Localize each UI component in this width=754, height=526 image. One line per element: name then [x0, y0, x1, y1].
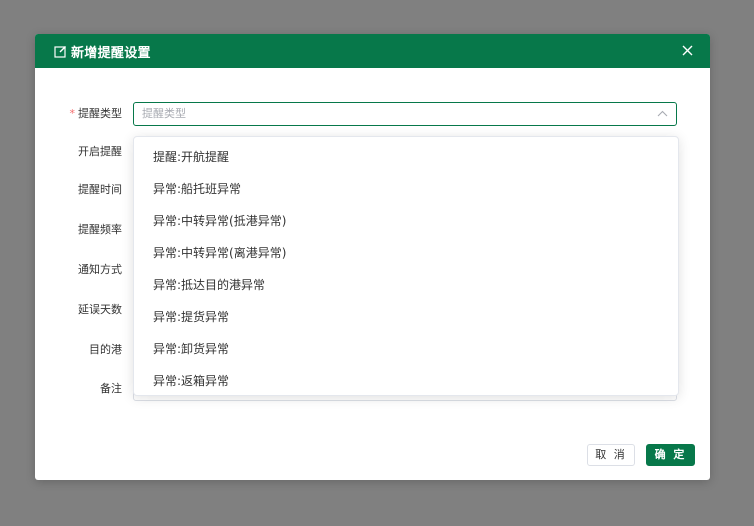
dropdown-option[interactable]: 异常:提货异常 [134, 301, 678, 333]
cancel-button[interactable]: 取 消 [587, 444, 635, 466]
remark-label: 备注 [100, 382, 122, 395]
reminder-type-select[interactable]: 提醒类型 [133, 102, 677, 126]
reminder-frequency-label: 提醒频率 [78, 223, 122, 236]
enable-reminder-label: 开启提醒 [78, 145, 122, 158]
dropdown-option[interactable]: 异常:中转异常(离港异常) [134, 237, 678, 269]
reminder-type-dropdown: 提醒:开航提醒 异常:船托班异常 异常:中转异常(抵港异常) 异常:中转异常(离… [133, 136, 679, 396]
confirm-button[interactable]: 确 定 [646, 444, 695, 466]
dropdown-option[interactable]: 异常:中转异常(抵港异常) [134, 205, 678, 237]
dropdown-option[interactable]: 异常:船托班异常 [134, 173, 678, 205]
close-icon[interactable] [681, 44, 694, 57]
dropdown-option[interactable]: 异常:卸货异常 [134, 333, 678, 365]
dialog-header: 新增提醒设置 [35, 34, 710, 68]
dropdown-option[interactable]: 异常:返箱异常 [134, 365, 678, 395]
required-mark: * [69, 107, 76, 120]
notify-method-label: 通知方式 [78, 263, 122, 276]
dialog-title: 新增提醒设置 [71, 45, 151, 61]
add-reminder-dialog: 新增提醒设置 * 提醒类型 开启提醒 提醒时间 提醒频率 通知方式 延误天数 目的… [35, 34, 710, 480]
dialog-title-wrap: 新增提醒设置 [54, 34, 151, 68]
reminder-type-label: * 提醒类型 [69, 107, 123, 120]
reminder-time-label: 提醒时间 [78, 183, 122, 196]
delay-days-label: 延误天数 [78, 303, 122, 316]
edit-icon [54, 45, 66, 58]
reminder-type-placeholder: 提醒类型 [142, 107, 186, 120]
chevron-up-icon [657, 110, 668, 117]
dropdown-option[interactable]: 提醒:开航提醒 [134, 141, 678, 173]
dropdown-option[interactable]: 异常:抵达目的港异常 [134, 269, 678, 301]
destination-port-label: 目的港 [89, 343, 122, 356]
